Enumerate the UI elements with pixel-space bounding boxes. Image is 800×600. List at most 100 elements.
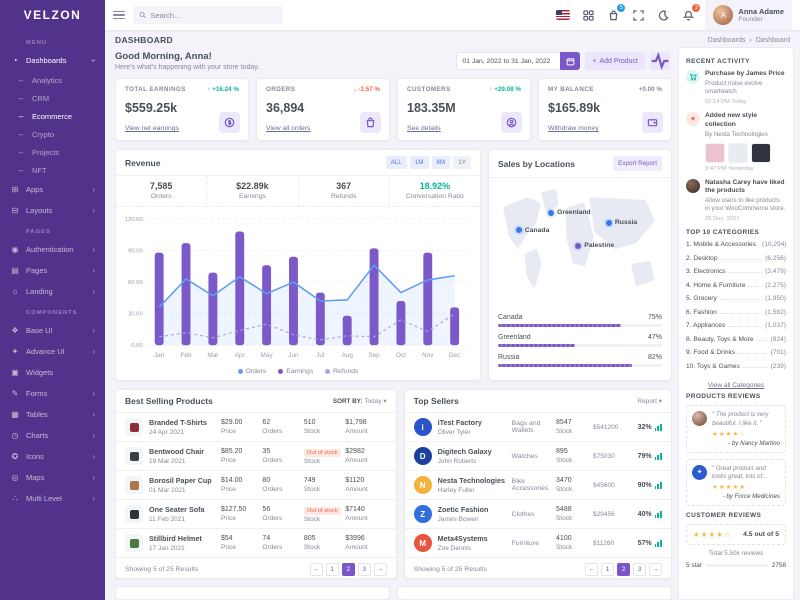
seller-company[interactable]: Nesta Technologies bbox=[438, 476, 512, 485]
kpi-link[interactable]: Withdraw money bbox=[548, 125, 599, 132]
kpi-link[interactable]: View net earnings bbox=[125, 125, 179, 132]
search-input[interactable] bbox=[150, 11, 277, 20]
user-menu[interactable]: A Anna Adame Founder bbox=[705, 0, 792, 30]
sidebar-item[interactable]: – NFT bbox=[0, 161, 105, 179]
kpi-link[interactable]: See details bbox=[407, 125, 441, 132]
sidebar-item[interactable]: ✎ Forms › bbox=[0, 383, 105, 404]
pagination-button[interactable]: 2 bbox=[342, 563, 355, 576]
product-review-card[interactable]: " The product is very beautiful. I like … bbox=[686, 405, 786, 452]
sidebar-item[interactable]: ◉ Authentication › bbox=[0, 239, 105, 260]
sidebar-item[interactable]: – CRM bbox=[0, 89, 105, 107]
sidebar-item-icon: ❖ bbox=[10, 326, 20, 335]
legend-item[interactable]: Earnings bbox=[278, 368, 313, 375]
sidebar-item[interactable]: – Crypto bbox=[0, 125, 105, 143]
sidebar-item[interactable]: ⊞ Apps › bbox=[0, 179, 105, 200]
dark-mode-button[interactable] bbox=[655, 7, 671, 23]
activity-title[interactable]: Natasha Carey have liked the products bbox=[705, 179, 786, 195]
category-name[interactable]: 8. Beauty, Toys & More bbox=[686, 336, 754, 343]
legend-item[interactable]: Refunds bbox=[325, 368, 358, 375]
category-name[interactable]: 2. Desktop bbox=[686, 255, 718, 262]
sort-by-dropdown[interactable]: SORT BY: Today ▾ bbox=[333, 397, 387, 405]
product-name[interactable]: Branded T-Shirts bbox=[149, 418, 221, 427]
apps-grid-button[interactable] bbox=[580, 7, 596, 23]
product-review-card[interactable]: ✦ " Great product and looks great, lots … bbox=[686, 459, 786, 506]
seller-company[interactable]: Zoetic Fashion bbox=[438, 505, 512, 514]
language-flag-button[interactable] bbox=[555, 7, 571, 23]
product-thumbnail[interactable] bbox=[751, 143, 771, 163]
notifications-button[interactable]: 3 bbox=[680, 7, 696, 23]
category-name[interactable]: 9. Food & Drinks bbox=[686, 349, 735, 356]
sidebar-item[interactable]: ⊟ Layouts › bbox=[0, 200, 105, 221]
range-tab[interactable]: 1Y bbox=[453, 156, 471, 169]
export-report-button[interactable]: Export Report bbox=[613, 156, 662, 171]
greeting-title: Good Morning, Anna! bbox=[115, 51, 259, 62]
breadcrumb-item[interactable]: Dashboards bbox=[708, 37, 746, 44]
fullscreen-button[interactable] bbox=[630, 7, 646, 23]
view-all-categories-link[interactable]: View all Categories bbox=[686, 382, 786, 389]
dotted-leader bbox=[728, 326, 762, 327]
sidebar-item[interactable]: ∴ Multi Level › bbox=[0, 488, 105, 509]
pagination-button[interactable]: 1 bbox=[326, 563, 339, 576]
sidebar-item[interactable]: ◷ Charts › bbox=[0, 425, 105, 446]
pagination-button[interactable]: ← bbox=[310, 563, 323, 576]
hamburger-menu-icon[interactable] bbox=[113, 11, 125, 20]
category-name[interactable]: 6. Fashion bbox=[686, 309, 717, 316]
sidebar-item-label: Maps bbox=[26, 473, 86, 482]
sidebar-item[interactable]: ▣ Widgets bbox=[0, 362, 105, 383]
sidebar-item[interactable]: – Analytics bbox=[0, 71, 105, 89]
seller-company[interactable]: Digitech Galaxy bbox=[438, 447, 512, 456]
category-name[interactable]: 3. Electronics bbox=[686, 268, 726, 275]
sidebar-item[interactable]: – Projects bbox=[0, 143, 105, 161]
activity-shortcut-button[interactable] bbox=[650, 52, 670, 70]
world-map[interactable]: Greenland Canada Russia bbox=[495, 182, 665, 308]
product-name[interactable]: Borosil Paper Cup bbox=[149, 476, 221, 485]
category-name[interactable]: 4. Home & Furniture bbox=[686, 282, 745, 289]
pagination-button[interactable]: 1 bbox=[601, 563, 614, 576]
category-name[interactable]: 5. Grocery bbox=[686, 295, 717, 302]
product-name[interactable]: One Seater Sofa bbox=[149, 505, 221, 514]
legend-item[interactable]: Orders bbox=[238, 368, 267, 375]
sidebar-item[interactable]: ▤ Pages › bbox=[0, 260, 105, 281]
product-thumbnail[interactable] bbox=[705, 143, 725, 163]
range-tab[interactable]: 1M bbox=[410, 156, 429, 169]
pagination-button[interactable]: → bbox=[374, 563, 387, 576]
calendar-button[interactable] bbox=[560, 52, 580, 70]
category-name[interactable]: 10. Toys & Games bbox=[686, 363, 740, 370]
range-tab[interactable]: 6M bbox=[432, 156, 451, 169]
sidebar-item[interactable]: ▦ Tables › bbox=[0, 404, 105, 425]
product-name[interactable]: Bentwood Chair bbox=[149, 447, 221, 456]
date-range-picker bbox=[456, 52, 580, 70]
report-dropdown[interactable]: Report ▾ bbox=[637, 397, 662, 405]
app-logo[interactable]: VELZON bbox=[0, 0, 105, 30]
pagination-button[interactable]: 2 bbox=[617, 563, 630, 576]
cart-button[interactable]: 5 bbox=[605, 7, 621, 23]
activity-title[interactable]: Purchase by James Price bbox=[705, 70, 786, 78]
map-marker[interactable]: Canada bbox=[516, 227, 550, 234]
date-range-input[interactable] bbox=[456, 52, 560, 70]
category-name[interactable]: 1. Mobile & Accessories bbox=[686, 241, 756, 248]
product-thumbnail[interactable] bbox=[728, 143, 748, 163]
range-tab[interactable]: ALL bbox=[386, 156, 407, 169]
sidebar-item[interactable]: ◔ Dashboards › bbox=[0, 50, 105, 71]
sidebar-item[interactable]: ◎ Maps › bbox=[0, 467, 105, 488]
category-name[interactable]: 7. Appliances bbox=[686, 322, 725, 329]
sidebar-item[interactable]: ✦ Advance UI › bbox=[0, 341, 105, 362]
activity-title[interactable]: Added new style collection bbox=[705, 112, 786, 128]
product-name[interactable]: Stillbird Helmet bbox=[149, 534, 221, 543]
add-product-button[interactable]: + Add Product bbox=[585, 52, 645, 70]
seller-company[interactable]: Meta4Systems bbox=[438, 534, 512, 543]
pagination-button[interactable]: 3 bbox=[358, 563, 371, 576]
sidebar-item[interactable]: ⌂ Landing › bbox=[0, 281, 105, 302]
seller-company[interactable]: iTest Factory bbox=[438, 418, 512, 427]
map-marker[interactable]: Greenland bbox=[548, 209, 591, 216]
sidebar-item[interactable]: ❖ Base UI › bbox=[0, 320, 105, 341]
sidebar-item[interactable]: ✪ Icons › bbox=[0, 446, 105, 467]
sidebar-item[interactable]: – Ecommerce bbox=[0, 107, 105, 125]
map-marker[interactable]: Palestine bbox=[575, 242, 614, 249]
pagination-button[interactable]: 3 bbox=[633, 563, 646, 576]
revenue-chart[interactable]: 0.0030.0060.0090.00120.00JanFebMarAprMay… bbox=[116, 207, 480, 366]
kpi-link[interactable]: View all orders bbox=[266, 125, 310, 132]
map-marker[interactable]: Russia bbox=[606, 219, 637, 226]
pagination-button[interactable]: → bbox=[649, 563, 662, 576]
pagination-button[interactable]: ← bbox=[585, 563, 598, 576]
